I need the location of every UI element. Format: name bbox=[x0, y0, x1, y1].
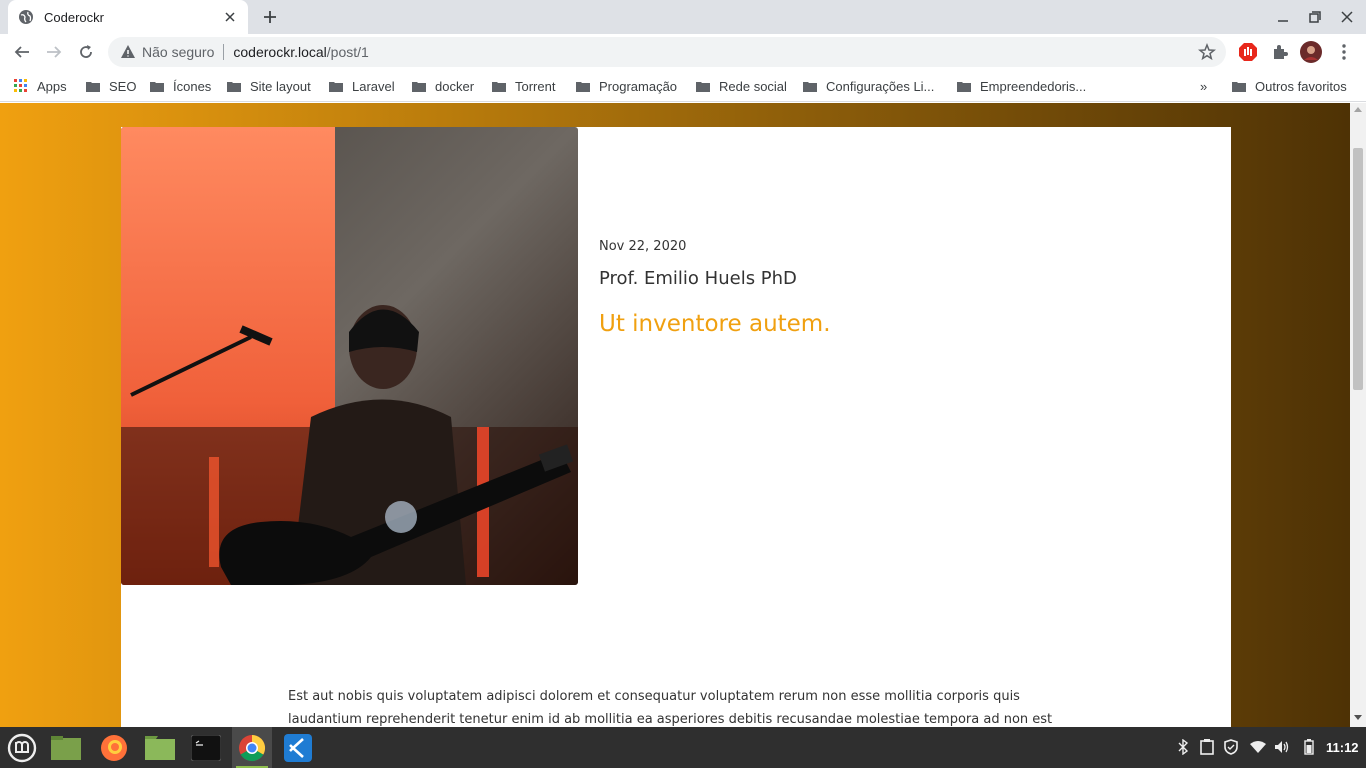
bookmark-folder-icones[interactable]: Ícones bbox=[150, 77, 211, 95]
volume-icon[interactable] bbox=[1274, 739, 1290, 755]
firefox-icon[interactable] bbox=[94, 727, 134, 768]
post-body: Est aut nobis quis voluptatem adipisci d… bbox=[288, 689, 1053, 727]
bookmark-folder-site-layout[interactable]: Site layout bbox=[227, 77, 311, 95]
clipboard-icon[interactable] bbox=[1199, 739, 1215, 755]
post-author: Prof. Emilio Huels PhD bbox=[599, 268, 797, 289]
bluetooth-icon[interactable] bbox=[1175, 739, 1191, 755]
overflow-label: » bbox=[1200, 78, 1208, 94]
bookmark-label: Apps bbox=[37, 78, 67, 94]
profile-avatar[interactable] bbox=[1300, 41, 1322, 63]
scroll-up-arrow-icon[interactable] bbox=[1354, 107, 1362, 112]
folder-icon bbox=[576, 81, 590, 92]
bookmark-folder-rede-social[interactable]: Rede social bbox=[696, 77, 787, 95]
folder-icon bbox=[86, 81, 100, 92]
bookmark-folder-docker[interactable]: docker bbox=[412, 77, 474, 95]
post-card: Nov 22, 2020 Prof. Emilio Huels PhD Ut i… bbox=[121, 127, 1231, 727]
restore-icon[interactable] bbox=[1306, 8, 1324, 26]
terminal-icon[interactable] bbox=[186, 727, 226, 768]
globe-icon bbox=[18, 9, 34, 25]
folder-app-icon[interactable] bbox=[140, 727, 180, 768]
new-tab-button[interactable] bbox=[258, 5, 282, 29]
bookmark-label: SEO bbox=[109, 78, 137, 94]
mint-menu-icon[interactable] bbox=[2, 727, 42, 768]
wifi-icon[interactable] bbox=[1250, 739, 1266, 755]
battery-icon[interactable] bbox=[1301, 739, 1317, 755]
chrome-icon[interactable] bbox=[232, 727, 272, 768]
warning-icon bbox=[120, 44, 136, 60]
folder-icon bbox=[150, 81, 164, 92]
folder-icon bbox=[1232, 81, 1246, 92]
bookmark-label: Ícones bbox=[173, 78, 212, 94]
folder-icon bbox=[957, 81, 971, 92]
bookmark-folder-laravel[interactable]: Laravel bbox=[329, 77, 395, 95]
apps-grid-icon bbox=[14, 79, 28, 93]
scroll-down-arrow-icon[interactable] bbox=[1354, 715, 1362, 720]
bookmark-folder-empreendedorismo[interactable]: Empreendedoris... bbox=[957, 77, 1086, 95]
bookmark-folder-programacao[interactable]: Programação bbox=[576, 77, 677, 95]
bookmarks-bar: Apps SEO Ícones Site layout Laravel dock… bbox=[0, 70, 1366, 102]
browser-tab[interactable]: Coderockr bbox=[8, 0, 248, 34]
address-separator bbox=[223, 44, 225, 60]
extensions-puzzle-icon[interactable] bbox=[1269, 41, 1291, 63]
close-tab-icon[interactable] bbox=[222, 9, 238, 25]
bookmark-label: Rede social bbox=[719, 78, 787, 94]
bookmarks-overflow-chevron[interactable]: » bbox=[1200, 77, 1207, 95]
bookmark-label: Site layout bbox=[250, 78, 311, 94]
vscode-icon[interactable] bbox=[278, 727, 318, 768]
files-app-icon[interactable] bbox=[46, 727, 86, 768]
bookmark-label: Laravel bbox=[352, 78, 395, 94]
folder-icon bbox=[803, 81, 817, 92]
post-title: Ut inventore autem. bbox=[599, 311, 831, 337]
folder-icon bbox=[329, 81, 343, 92]
taskbar: 11:12 bbox=[0, 727, 1366, 768]
folder-icon bbox=[492, 81, 506, 92]
browser-toolbar: Não seguro coderockr.local/post/1 bbox=[0, 34, 1366, 70]
tab-title: Coderockr bbox=[44, 9, 104, 25]
url-host: coderockr.local bbox=[233, 44, 327, 60]
bookmark-label: Empreendedoris... bbox=[980, 78, 1087, 94]
bookmark-folder-configuracoes[interactable]: Configurações Li... bbox=[803, 77, 934, 95]
forward-arrow-icon[interactable] bbox=[42, 40, 66, 64]
folder-icon bbox=[227, 81, 241, 92]
tab-strip: Coderockr bbox=[0, 0, 1366, 34]
bookmark-folder-seo[interactable]: SEO bbox=[86, 77, 136, 95]
url-path: /post/1 bbox=[326, 44, 369, 60]
bookmark-label: Configurações Li... bbox=[826, 78, 935, 94]
bookmark-label: Outros favoritos bbox=[1255, 78, 1347, 94]
folder-icon bbox=[696, 81, 710, 92]
bookmark-folder-torrent[interactable]: Torrent bbox=[492, 77, 555, 95]
menu-dots-icon[interactable] bbox=[1333, 41, 1355, 63]
security-label[interactable]: Não seguro bbox=[142, 44, 214, 60]
post-date: Nov 22, 2020 bbox=[599, 239, 687, 254]
shield-icon[interactable] bbox=[1223, 739, 1239, 755]
address-bar[interactable]: Não seguro coderockr.local/post/1 bbox=[108, 37, 1226, 67]
bookmark-label: Programação bbox=[599, 78, 678, 94]
post-photo bbox=[121, 127, 578, 585]
back-arrow-icon[interactable] bbox=[10, 40, 34, 64]
adblock-extension-icon[interactable] bbox=[1237, 41, 1259, 63]
scrollbar-thumb[interactable] bbox=[1353, 148, 1363, 390]
folder-icon bbox=[412, 81, 426, 92]
bookmark-apps[interactable]: Apps bbox=[14, 77, 67, 95]
bookmark-label: Torrent bbox=[515, 78, 556, 94]
bookmark-label: docker bbox=[435, 78, 475, 94]
close-window-icon[interactable] bbox=[1338, 8, 1356, 26]
reload-icon[interactable] bbox=[74, 40, 98, 64]
bookmark-folder-other[interactable]: Outros favoritos bbox=[1232, 77, 1347, 95]
clock[interactable]: 11:12 bbox=[1326, 740, 1359, 755]
bookmark-star-icon[interactable] bbox=[1198, 43, 1216, 61]
minimize-icon[interactable] bbox=[1274, 8, 1292, 26]
page-background: Nov 22, 2020 Prof. Emilio Huels PhD Ut i… bbox=[0, 103, 1350, 727]
